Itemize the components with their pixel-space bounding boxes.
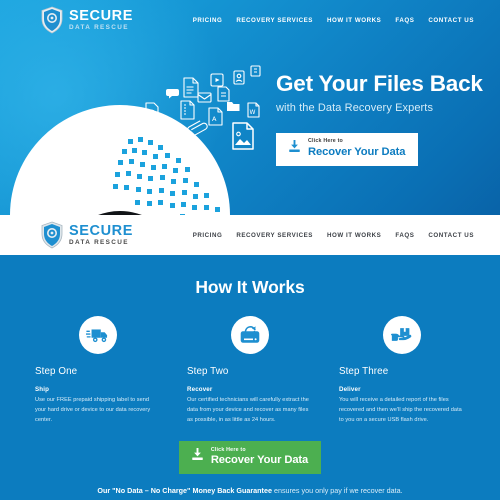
logo-text: SECURE DATA RESCUE [69, 224, 133, 246]
cta-small-label: Click Here to [308, 138, 343, 145]
step-icon-row [339, 316, 465, 354]
step-body: You will receive a detailed report of th… [338, 397, 462, 423]
shield-icon [40, 221, 64, 249]
word-file-icon: W [247, 102, 260, 118]
logo-tagline: DATA RESCUE [69, 238, 129, 246]
nav-link-faqs[interactable]: FAQS [395, 232, 414, 239]
floating-file-icons: A W [128, 60, 268, 175]
music-file-icon [145, 102, 159, 120]
top-navigation-bar: SECURE DATA RESCUE PRICING RECOVERY SERV… [0, 0, 500, 40]
text-file-icon [217, 86, 230, 102]
step-label: Step One [35, 366, 78, 377]
hard-drive-restore-icon [230, 316, 269, 354]
pdf-file-icon: A [208, 107, 223, 126]
guarantee-text: Our "No Data – No Charge" Money Back Gua… [0, 485, 500, 497]
sticky-navigation-bar: SECURE DATA RESCUE PRICING RECOVERY SERV… [0, 215, 500, 255]
shield-icon [40, 6, 64, 34]
paperclip-icon [186, 120, 208, 137]
app-file-icon [250, 65, 261, 77]
svg-text:A: A [212, 115, 217, 123]
svg-text:W: W [250, 109, 256, 116]
step-three: Step Three Deliver You will receive a de… [326, 316, 478, 425]
bottom-cta-row: Click Here to Recover Your Data [0, 441, 500, 475]
video-file-icon [210, 73, 224, 87]
zip-file-icon [180, 100, 195, 120]
sticky-nav-links: PRICING RECOVERY SERVICES HOW IT WORKS F… [193, 232, 474, 239]
guarantee-rest: ensures you only pay if we recover data. [271, 486, 403, 496]
email-icon [197, 92, 212, 103]
nav-link-contact-us[interactable]: CONTACT US [428, 232, 474, 239]
step-two: Step Two Recover Our certified technicia… [174, 316, 326, 425]
contact-card-icon [233, 70, 245, 85]
download-icon [190, 447, 205, 467]
nav-link-recovery-services[interactable]: RECOVERY SERVICES [236, 17, 313, 24]
logo-sticky[interactable]: SECURE DATA RESCUE [40, 221, 133, 249]
step-icon-row [35, 316, 161, 354]
nav-link-faqs[interactable]: FAQS [395, 17, 414, 24]
hero-title: Get Your Files Back [276, 71, 483, 96]
how-it-works-section: How It Works Step One Ship Use our FREE … [0, 255, 500, 500]
nav-link-pricing[interactable]: PRICING [193, 232, 223, 239]
folder-icon [227, 102, 240, 111]
nav-link-recovery-services[interactable]: RECOVERY SERVICES [236, 232, 313, 239]
step-icon-row [187, 316, 313, 354]
chat-bubble-icon [166, 89, 179, 99]
delivery-truck-icon [78, 316, 117, 354]
cta-big-label: Recover Your Data [210, 454, 309, 467]
hero-recover-data-button[interactable]: Click Here to Recover Your Data [276, 132, 419, 166]
logo-tagline: DATA RESCUE [69, 23, 129, 31]
cta-small-label: Click Here to [210, 447, 246, 454]
hero-copy: Get Your Files Back with the Data Recove… [276, 72, 483, 166]
step-heading: Deliver [338, 386, 361, 393]
cta-big-label: Recover Your Data [308, 145, 406, 158]
cta-labels: Click Here to Recover Your Data [210, 447, 309, 467]
hero-subtitle: with the Data Recovery Experts [276, 101, 434, 114]
step-label: Step Three [338, 366, 389, 377]
image-file-icon [232, 122, 254, 150]
step-body: Use our FREE prepaid shipping label to s… [35, 397, 151, 423]
nav-link-pricing[interactable]: PRICING [193, 17, 223, 24]
hero-section: A W SECURE DATA RESCUE PRICING RECOVERY … [0, 0, 500, 215]
logo-text: SECURE DATA RESCUE [69, 9, 133, 31]
hand-holding-package-icon [382, 316, 421, 354]
guarantee-bold: Our "No Data – No Charge" Money Back Gua… [97, 486, 272, 496]
download-icon [287, 139, 302, 159]
nav-link-how-it-works[interactable]: HOW IT WORKS [327, 17, 381, 24]
top-nav-links: PRICING RECOVERY SERVICES HOW IT WORKS F… [193, 17, 474, 24]
step-heading: Ship [35, 386, 50, 393]
nav-link-contact-us[interactable]: CONTACT US [428, 17, 474, 24]
step-label: Step Two [186, 366, 229, 377]
landing-page: A W SECURE DATA RESCUE PRICING RECOVERY … [0, 0, 500, 500]
step-heading: Recover [186, 386, 213, 393]
document-file-icon [183, 77, 199, 98]
bottom-recover-data-button[interactable]: Click Here to Recover Your Data [178, 441, 322, 475]
cta-labels: Click Here to Recover Your Data [308, 139, 405, 158]
step-body: Our certified technicians will carefully… [186, 397, 309, 423]
logo-top[interactable]: SECURE DATA RESCUE [40, 6, 133, 34]
logo-name: SECURE [69, 7, 134, 24]
logo-name: SECURE [69, 222, 134, 239]
step-one: Step One Ship Use our FREE prepaid shipp… [22, 316, 174, 425]
section-title: How It Works [195, 277, 305, 297]
nav-link-how-it-works[interactable]: HOW IT WORKS [327, 232, 381, 239]
steps-list: Step One Ship Use our FREE prepaid shipp… [0, 316, 500, 425]
